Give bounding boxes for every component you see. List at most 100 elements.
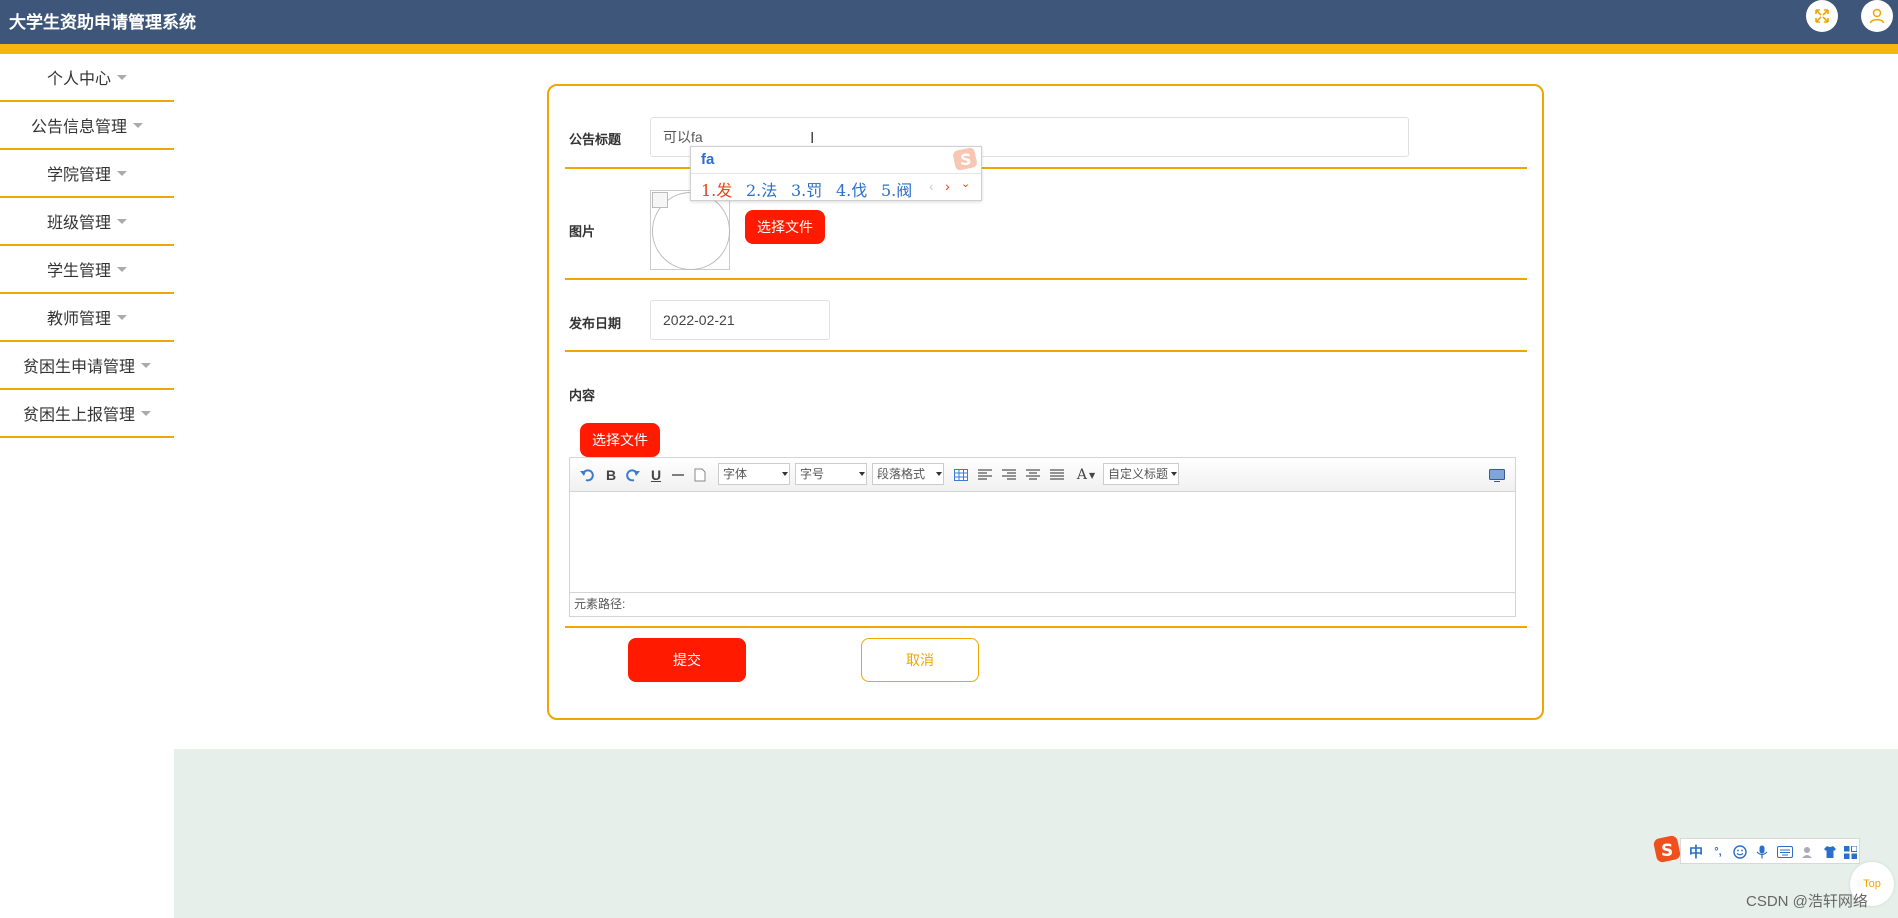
align-justify-icon[interactable] [1049,465,1065,485]
ime-next-page-icon[interactable]: › [945,178,950,194]
element-path-bar: 元素路径: [570,592,1515,616]
underline-button[interactable]: U [648,465,664,485]
ime-mode-toggle[interactable]: 中 [1687,842,1705,862]
editor-toolbar: B U 字体 字号 段落格式 A ▼ 自定义标题 [570,458,1515,492]
image-preview [650,190,730,270]
paragraph-format-select[interactable]: 段落格式 [872,463,944,485]
paragraph-format-select-label: 段落格式 [877,467,926,481]
sidebar-item-label: 贫困生申请管理 [22,359,135,376]
content-label: 内容 [569,388,596,403]
font-color-label: A [1076,467,1087,483]
watermark-text: CSDN @浩轩网络 [1746,893,1868,910]
sidebar-item-label: 班级管理 [46,215,111,232]
svg-text:S: S [960,150,972,169]
ime-separator [691,173,981,174]
dropdown-arrow-icon [1171,472,1177,476]
dropdown-arrow-icon [782,472,788,476]
row-divider [565,626,1527,628]
font-size-select-label: 字号 [800,467,825,481]
align-left-icon[interactable] [977,465,993,485]
caret-down-icon [117,218,127,224]
ime-expand-icon[interactable]: ⌄ [961,177,970,190]
dropdown-arrow-icon [936,472,942,476]
caret-down-icon [141,362,151,368]
svg-text:S: S [1661,841,1673,861]
sidebar-item-colleges[interactable]: 学院管理 [0,150,174,198]
font-family-select-label: 字体 [723,467,748,481]
ime-candidate[interactable]: 4.伐 [836,177,867,201]
custom-title-select-label: 自定义标题 [1108,467,1169,481]
caret-down-icon [117,170,127,176]
ime-prev-page-icon[interactable]: ‹ [929,178,934,194]
undo-icon[interactable] [578,465,596,485]
app-title: 大学生资助申请管理系统 [9,13,196,32]
user-button[interactable] [1861,0,1893,32]
header-accent-strip [0,44,1898,54]
sidebar-item-aid-reports[interactable]: 贫困生上报管理 [0,390,174,438]
ime-status-bar: 中 °, [1680,838,1860,864]
align-center-icon[interactable] [1025,465,1041,485]
sidebar-item-classes[interactable]: 班级管理 [0,198,174,246]
sidebar-item-label: 贫困生上报管理 [22,407,135,424]
dropdown-arrow-icon [859,472,865,476]
ime-candidate[interactable]: 1.发 [701,177,732,201]
sidebar: 个人中心 公告信息管理 学院管理 班级管理 学生管理 教师管理 贫困生申请管理 … [0,54,174,438]
keyboard-icon[interactable] [1775,842,1795,862]
rich-text-editor: B U 字体 字号 段落格式 A ▼ 自定义标题 元素路径: [569,457,1516,617]
row-divider [565,350,1527,352]
font-color-button[interactable]: A ▼ [1073,465,1099,485]
ime-candidate[interactable]: 5.阀 [881,177,912,201]
redo-icon[interactable] [624,465,642,485]
sidebar-item-label: 公告信息管理 [30,119,127,136]
font-size-select[interactable]: 字号 [795,463,867,485]
dropdown-arrow-icon: ▼ [1088,470,1096,480]
fullscreen-icon [1815,9,1829,23]
ime-punctuation-toggle[interactable]: °, [1709,842,1727,862]
date-label: 发布日期 [569,316,622,331]
row-divider [565,278,1527,280]
title-label: 公告标题 [569,132,622,147]
sidebar-item-aid-applications[interactable]: 贫困生申请管理 [0,342,174,390]
sidebar-item-label: 学院管理 [46,167,111,184]
new-page-icon[interactable] [692,465,708,485]
user-icon [1869,8,1885,24]
date-input[interactable]: 2022-02-21 [650,300,830,340]
font-family-select[interactable]: 字体 [718,463,790,485]
image-choose-file-button[interactable]: 选择文件 [745,210,825,244]
caret-down-icon [133,122,143,128]
table-icon[interactable] [953,465,969,485]
caret-down-icon [117,74,127,80]
caret-down-icon [141,410,151,416]
ime-candidate[interactable]: 3.罚 [791,177,822,201]
sogou-bar-logo-icon: S [1653,835,1681,863]
caret-down-icon [117,266,127,272]
bold-button[interactable]: B [603,465,619,485]
sidebar-item-label: 教师管理 [46,311,111,328]
sidebar-item-teachers[interactable]: 教师管理 [0,294,174,342]
sidebar-item-announcements[interactable]: 公告信息管理 [0,102,174,150]
ime-candidate-window: fa S 1.发 2.法 3.罚 4.伐 5.阀 ‹ › ⌄ [690,146,982,201]
toolbox-grid-icon[interactable] [1841,842,1859,862]
sidebar-item-students[interactable]: 学生管理 [0,246,174,294]
sogou-logo-icon: S [953,147,977,171]
custom-title-select[interactable]: 自定义标题 [1103,463,1179,485]
preview-icon[interactable] [1488,465,1506,485]
broken-image-icon [652,192,668,208]
sidebar-item-personal-center[interactable]: 个人中心 [0,54,174,102]
top-header: 大学生资助申请管理系统 [0,0,1898,44]
align-right-icon[interactable] [1001,465,1017,485]
cancel-button[interactable]: 取消 [861,638,979,682]
submit-button[interactable]: 提交 [628,638,746,682]
horizontal-rule-icon[interactable] [670,465,686,485]
caret-down-icon [117,314,127,320]
editor-content-area[interactable] [570,493,1515,593]
content-choose-file-button[interactable]: 选择文件 [580,423,660,457]
microphone-icon[interactable] [1753,842,1771,862]
fullscreen-button[interactable] [1806,0,1838,32]
user-account-icon[interactable] [1799,842,1817,862]
ime-candidate[interactable]: 2.法 [746,177,777,201]
ime-composition: fa [701,151,715,168]
emoji-icon[interactable] [1731,842,1749,862]
skin-shirt-icon[interactable] [1821,842,1839,862]
sidebar-item-label: 学生管理 [46,263,111,280]
